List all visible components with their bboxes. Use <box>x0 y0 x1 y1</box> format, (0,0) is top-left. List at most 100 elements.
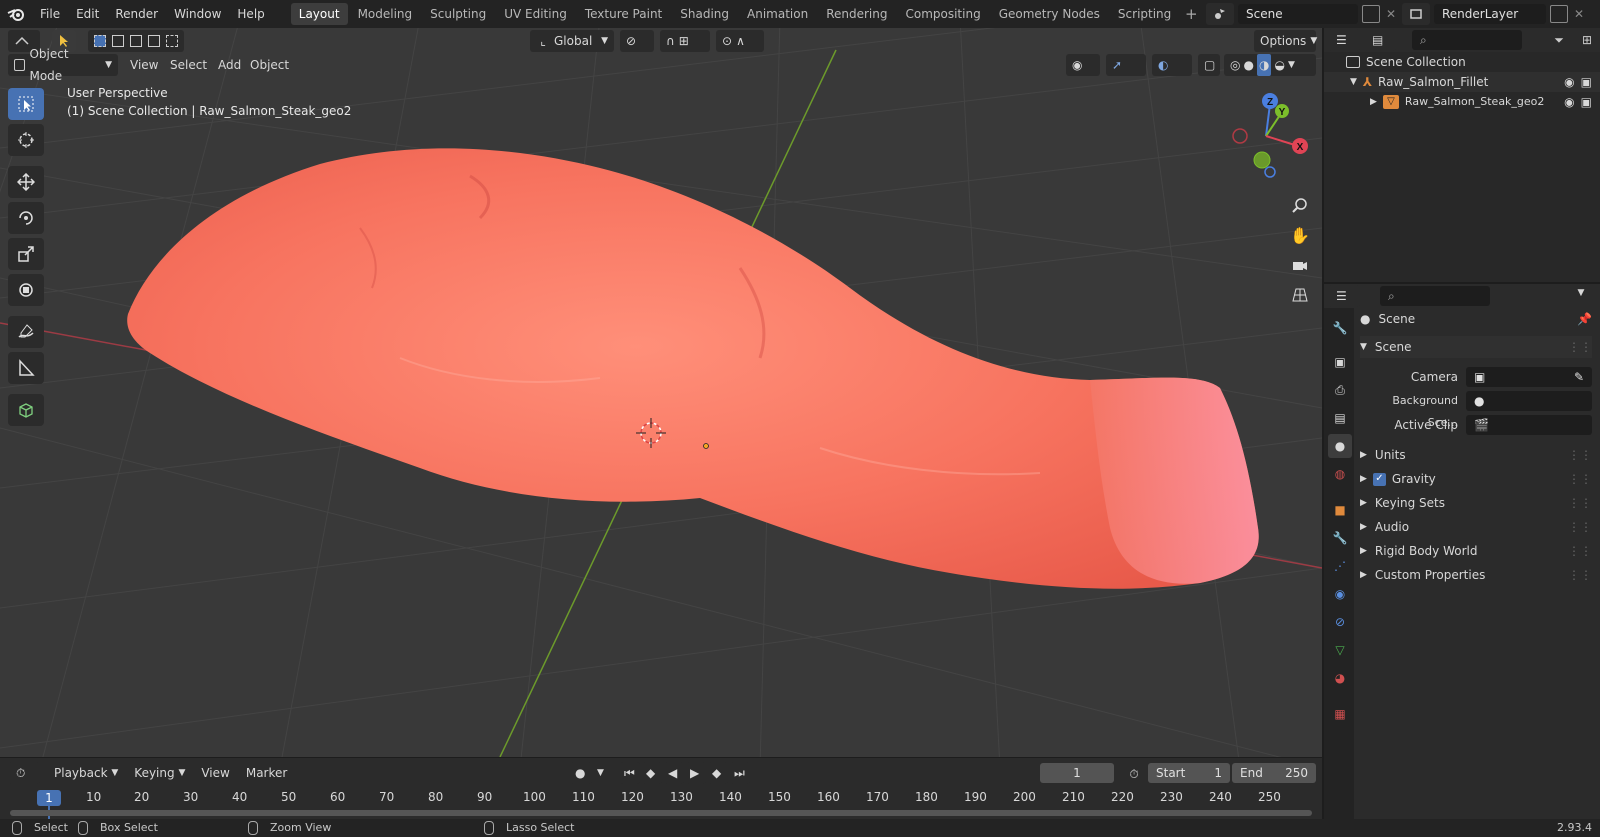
end-frame-field[interactable]: End 250 <box>1232 763 1316 783</box>
cursor-tool[interactable] <box>8 124 44 156</box>
wireframe-shading-icon[interactable]: ◎ <box>1230 54 1240 76</box>
close-scene-icon[interactable]: ✕ <box>1384 7 1398 21</box>
overlay-toggle[interactable]: ◐ <box>1152 54 1192 76</box>
select-invert-icon[interactable] <box>148 35 160 47</box>
select-subtract-icon[interactable] <box>130 35 142 47</box>
eye-icon[interactable]: ◉ <box>1564 92 1574 112</box>
menu-file[interactable]: File <box>32 0 68 28</box>
timeline-editor-type[interactable]: ⏱ <box>8 762 40 784</box>
expand-arrow-icon[interactable]: ▼ <box>1350 72 1357 92</box>
hand-pan-icon[interactable]: ✋ <box>1286 222 1314 248</box>
menu-help[interactable]: Help <box>229 0 272 28</box>
next-keyframe-button[interactable]: ◆ <box>708 762 728 784</box>
tab-rendering[interactable]: Rendering <box>818 3 895 25</box>
rendered-shading-icon[interactable]: ◒ <box>1274 54 1284 76</box>
playback-menu[interactable]: Playback ▼ <box>46 762 126 784</box>
menu-edit[interactable]: Edit <box>68 0 107 28</box>
render-camera-icon[interactable]: ▣ <box>1581 72 1592 92</box>
tab-sculpting[interactable]: Sculpting <box>422 3 494 25</box>
texture-tab-icon[interactable]: ▦ <box>1328 702 1352 726</box>
drag-handle-icon[interactable]: ⋮⋮ <box>1568 540 1592 562</box>
properties-search-input[interactable]: ⌕ <box>1380 286 1490 306</box>
world-tab-icon[interactable]: ◍ <box>1328 462 1352 486</box>
tab-scripting[interactable]: Scripting <box>1110 3 1179 25</box>
mode-dropdown[interactable]: Object Mode ▼ <box>8 47 118 83</box>
keying-menu[interactable]: Keying ▼ <box>126 762 193 784</box>
rotate-tool[interactable] <box>8 202 44 234</box>
marker-menu[interactable]: Marker <box>238 762 295 784</box>
3d-viewport[interactable]: ⌞ Global ▼ ⊘ ∩ ⊞ ⊙ ∧ Options ▼ Object Mo… <box>0 28 1322 757</box>
add-menu[interactable]: Add <box>212 54 247 76</box>
select-menu[interactable]: Select <box>164 54 213 76</box>
keyframe-type-dropdown[interactable]: ▼ <box>594 762 610 784</box>
current-frame-field[interactable]: 1 <box>1040 763 1114 783</box>
material-tab-icon[interactable]: ◕ <box>1328 666 1352 690</box>
scene-tab-icon[interactable]: ● <box>1328 434 1352 458</box>
pin-icon[interactable]: 📌 <box>1577 308 1592 330</box>
modifier-tab-icon[interactable]: 🔧 <box>1328 526 1352 550</box>
eyedropper-icon[interactable]: ✎ <box>1574 367 1584 387</box>
select-box-tool[interactable] <box>8 88 44 120</box>
output-tab-icon[interactable]: ⎙ <box>1328 378 1352 402</box>
scene-icon[interactable] <box>1206 3 1234 25</box>
drag-handle-icon[interactable]: ⋮⋮ <box>1568 564 1592 586</box>
copy-scene-icon[interactable] <box>1362 5 1380 23</box>
rigid-body-world-panel-header[interactable]: ▶ Rigid Body World ⋮⋮ <box>1360 540 1592 562</box>
outliner-row-root[interactable]: Scene Collection <box>1324 52 1600 72</box>
blender-logo-icon[interactable] <box>0 0 32 28</box>
gizmo-toggle[interactable]: ➚ <box>1106 54 1146 76</box>
new-collection-icon[interactable]: ⊞ <box>1578 31 1596 49</box>
tab-texture-paint[interactable]: Texture Paint <box>577 3 670 25</box>
navigation-gizmo[interactable]: Z Y X <box>1226 88 1310 180</box>
stopwatch-icon[interactable]: ⏱ <box>1124 764 1144 784</box>
eye-icon[interactable]: ◉ <box>1564 72 1574 92</box>
scene-panel-header[interactable]: ▼ Scene ⋮⋮ <box>1360 336 1592 358</box>
properties-editor-type[interactable]: ☰ <box>1328 285 1360 307</box>
object-tab-icon[interactable]: ■ <box>1328 498 1352 522</box>
active-clip-field[interactable]: 🎬 <box>1466 415 1592 435</box>
render-tab-icon[interactable]: ▣ <box>1328 350 1352 374</box>
jump-end-button[interactable]: ⏭ <box>730 762 750 784</box>
annotate-tool[interactable] <box>8 316 44 348</box>
select-extend-icon[interactable] <box>112 35 124 47</box>
physics-tab-icon[interactable]: ◉ <box>1328 582 1352 606</box>
display-mode-dropdown[interactable]: ▤ <box>1364 29 1396 51</box>
drag-handle-icon[interactable]: ⋮⋮ <box>1568 516 1592 538</box>
tool-tab-icon[interactable]: 🔧 <box>1328 316 1352 340</box>
options-dropdown[interactable]: Options ▼ <box>1254 30 1317 52</box>
outliner-search-input[interactable]: ⌕ <box>1412 30 1522 50</box>
particles-tab-icon[interactable]: ⋰ <box>1328 554 1352 578</box>
record-keyframe-button[interactable]: ● <box>570 762 592 784</box>
measure-tool[interactable] <box>8 352 44 384</box>
snap-toggle[interactable]: ∩ ⊞ <box>660 30 710 52</box>
render-layer-field[interactable]: RenderLayer <box>1434 4 1546 24</box>
add-cube-tool[interactable] <box>8 394 44 426</box>
audio-panel-header[interactable]: ▶ Audio ⋮⋮ <box>1360 516 1592 538</box>
drag-handle-icon[interactable]: ⋮⋮ <box>1568 468 1592 490</box>
camera-field[interactable]: ▣ ✎ <box>1466 367 1592 387</box>
menu-window[interactable]: Window <box>166 0 229 28</box>
gravity-checkbox[interactable]: ✓ <box>1372 472 1386 486</box>
tab-shading[interactable]: Shading <box>672 3 737 25</box>
solid-shading-icon[interactable]: ● <box>1243 54 1253 76</box>
play-reverse-button[interactable]: ◀ <box>664 762 684 784</box>
tab-layout[interactable]: Layout <box>290 3 348 25</box>
render-camera-icon[interactable]: ▣ <box>1581 92 1592 112</box>
material-shading-icon[interactable]: ◑ <box>1256 54 1272 76</box>
view-layer-tab-icon[interactable]: ▤ <box>1328 406 1352 430</box>
outliner-editor-type[interactable]: ☰ <box>1328 29 1360 51</box>
chevron-down-icon[interactable]: ▼ <box>1288 54 1295 76</box>
expand-arrow-icon[interactable]: ▶ <box>1370 92 1377 112</box>
properties-editor[interactable]: ☰ ⌕ ▼ 🔧 ▣ ⎙ ▤ ● ◍ ■ 🔧 ⋰ ◉ ⊘ ▽ ◕ ▦ ● Scen… <box>1324 284 1600 819</box>
keying-sets-panel-header[interactable]: ▶ Keying Sets ⋮⋮ <box>1360 492 1592 514</box>
data-tab-icon[interactable]: ▽ <box>1328 638 1352 662</box>
outliner-row-steak[interactable]: ▶ ▽ Raw_Salmon_Steak_geo2 ◉ ▣ <box>1324 92 1600 112</box>
constraints-tab-icon[interactable]: ⊘ <box>1328 610 1352 634</box>
chevron-down-icon[interactable]: ▼ <box>1572 288 1590 298</box>
transform-orientation-dropdown[interactable]: ⌞ Global ▼ <box>530 30 614 52</box>
proportional-editing-toggle[interactable]: ⊙ ∧ <box>716 30 764 52</box>
pivot-point-dropdown[interactable]: ⊘ <box>620 30 654 52</box>
drag-handle-icon[interactable]: ⋮⋮ <box>1568 444 1592 466</box>
selection-mode-buttons[interactable] <box>88 30 184 52</box>
tab-geometry-nodes[interactable]: Geometry Nodes <box>991 3 1108 25</box>
